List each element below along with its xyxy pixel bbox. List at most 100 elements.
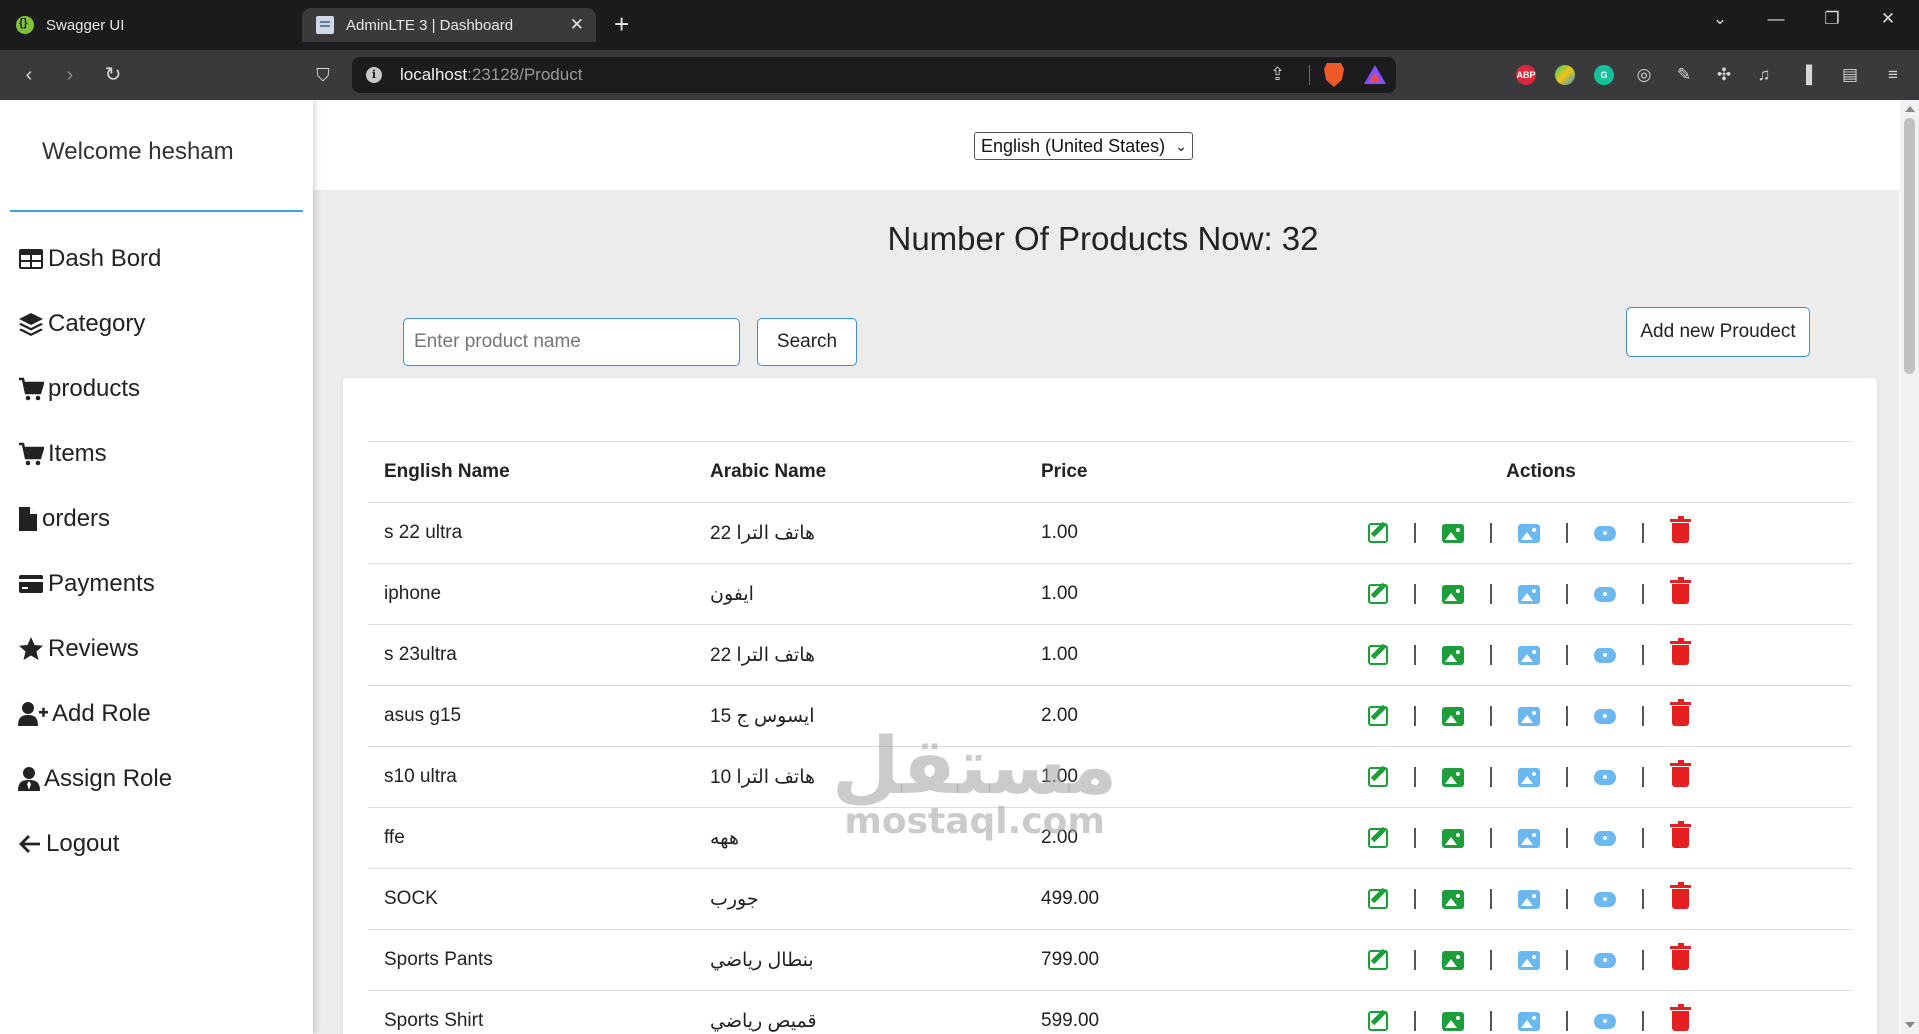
sidebar-item-items[interactable]: Items (18, 437, 107, 471)
colorful-extension-icon[interactable] (1555, 65, 1575, 85)
eye-icon[interactable] (1594, 891, 1616, 907)
language-select[interactable]: English (United States) ⌄ (974, 132, 1193, 160)
url-text[interactable]: localhost:23128/Product (400, 65, 582, 85)
menu-icon[interactable]: ≡ (1883, 65, 1903, 85)
sidebar-item-payments[interactable]: Payments (18, 567, 155, 601)
image-icon[interactable] (1518, 950, 1540, 970)
image-icon[interactable] (1518, 767, 1540, 787)
eye-icon[interactable] (1594, 708, 1616, 724)
image-icon[interactable] (1518, 828, 1540, 848)
image-icon[interactable] (1442, 523, 1464, 543)
edit-icon[interactable] (1368, 889, 1388, 909)
image-icon[interactable] (1442, 645, 1464, 665)
image-icon[interactable] (1442, 767, 1464, 787)
table-icon (18, 246, 44, 272)
trash-icon[interactable] (1670, 882, 1691, 909)
trash-icon[interactable] (1670, 577, 1691, 604)
eye-icon[interactable] (1594, 586, 1616, 602)
brave-rewards-icon[interactable] (1364, 65, 1386, 84)
edit-icon[interactable] (1368, 1011, 1388, 1031)
image-icon[interactable] (1518, 584, 1540, 604)
scroll-up-arrow-icon[interactable] (1905, 106, 1915, 112)
image-icon[interactable] (1442, 706, 1464, 726)
sidebar-icon[interactable]: ▐ (1796, 65, 1816, 85)
sidebar-item-orders[interactable]: orders (18, 502, 110, 536)
tab-search-chevron-icon[interactable]: ⌄ (1692, 0, 1748, 40)
grammarly-icon[interactable]: G (1594, 65, 1614, 85)
tab-swagger-ui[interactable]: Swagger UI (0, 8, 300, 42)
glasses-icon[interactable]: ◎ (1634, 65, 1654, 85)
eye-icon[interactable] (1594, 1013, 1616, 1029)
sidebar-item-add-role[interactable]: Add Role (18, 697, 151, 731)
trash-icon[interactable] (1670, 638, 1691, 665)
edit-icon[interactable] (1368, 584, 1388, 604)
edit-icon[interactable] (1368, 645, 1388, 665)
image-icon[interactable] (1518, 1011, 1540, 1031)
edit-icon[interactable] (1368, 950, 1388, 970)
adblock-plus-icon[interactable]: ABP (1516, 65, 1536, 85)
trash-icon[interactable] (1670, 760, 1691, 787)
forward-button[interactable]: › (57, 62, 83, 88)
image-icon[interactable] (1518, 645, 1540, 665)
bookmark-icon[interactable]: ⛉ (310, 62, 336, 88)
restore-button[interactable]: ❐ (1804, 0, 1860, 40)
image-icon[interactable] (1442, 889, 1464, 909)
eye-icon[interactable] (1594, 647, 1616, 663)
sidebar-item-assign-role[interactable]: Assign Role (18, 762, 172, 796)
sidebar-item-logout[interactable]: Logout (18, 827, 119, 861)
cart-icon (18, 441, 45, 467)
reload-button[interactable]: ↻ (100, 62, 126, 88)
add-product-button[interactable]: Add new Proudect (1626, 307, 1810, 357)
image-icon[interactable] (1442, 950, 1464, 970)
trash-icon[interactable] (1670, 821, 1691, 848)
minimize-button[interactable]: — (1748, 0, 1804, 40)
puzzle-icon[interactable]: ✣ (1714, 65, 1734, 85)
page-scrollbar[interactable] (1900, 100, 1919, 1034)
action-separator (1642, 889, 1644, 909)
sidebar-item-category[interactable]: Category (18, 307, 145, 341)
brave-shields-icon[interactable] (1324, 63, 1344, 87)
scrollbar-thumb[interactable] (1904, 118, 1915, 374)
eye-icon[interactable] (1594, 769, 1616, 785)
image-icon[interactable] (1518, 523, 1540, 543)
trash-icon[interactable] (1670, 1004, 1691, 1031)
image-icon[interactable] (1442, 1011, 1464, 1031)
close-tab-icon[interactable]: ✕ (570, 15, 584, 35)
image-icon[interactable] (1518, 706, 1540, 726)
tab-title: AdminLTE 3 | Dashboard (346, 16, 514, 34)
wallet-icon[interactable]: ▤ (1840, 65, 1860, 85)
eye-icon[interactable] (1594, 830, 1616, 846)
trash-icon[interactable] (1670, 699, 1691, 726)
image-icon[interactable] (1442, 584, 1464, 604)
sidebar-item-products[interactable]: products (18, 372, 140, 406)
trash-icon[interactable] (1670, 943, 1691, 970)
sidebar-item-reviews[interactable]: Reviews (18, 632, 139, 666)
tab-adminlte-dashboard[interactable]: AdminLTE 3 | Dashboard ✕ (302, 8, 596, 42)
english-name-cell: s 22 ultra (384, 522, 463, 543)
welcome-text: Welcome hesham (42, 138, 234, 165)
back-button[interactable]: ‹ (16, 62, 42, 88)
eye-icon[interactable] (1594, 952, 1616, 968)
site-info-icon[interactable]: i (366, 67, 382, 83)
edit-icon[interactable] (1368, 706, 1388, 726)
new-tab-button[interactable]: + (614, 10, 629, 38)
eyedropper-icon[interactable]: ✎ (1674, 65, 1694, 85)
sidebar-item-label: products (48, 375, 141, 402)
sidebar-item-label: Logout (46, 830, 120, 857)
watermark-arabic: مستقل (832, 722, 1118, 812)
scroll-down-arrow-icon[interactable] (1905, 1022, 1915, 1028)
edit-icon[interactable] (1368, 523, 1388, 543)
music-icon[interactable]: ♫ (1754, 65, 1774, 85)
sidebar-item-dash-bord[interactable]: Dash Bord (18, 242, 161, 276)
close-window-button[interactable]: ✕ (1860, 0, 1916, 40)
search-button[interactable]: Search (757, 318, 857, 366)
address-bar[interactable]: i localhost:23128/Product ⇪ (352, 57, 1396, 93)
eye-icon[interactable] (1594, 525, 1616, 541)
trash-icon[interactable] (1670, 516, 1691, 543)
image-icon[interactable] (1518, 889, 1540, 909)
search-input[interactable]: Enter product name (403, 318, 740, 366)
share-icon[interactable]: ⇪ (1270, 64, 1290, 84)
edit-icon[interactable] (1368, 828, 1388, 848)
image-icon[interactable] (1442, 828, 1464, 848)
edit-icon[interactable] (1368, 767, 1388, 787)
